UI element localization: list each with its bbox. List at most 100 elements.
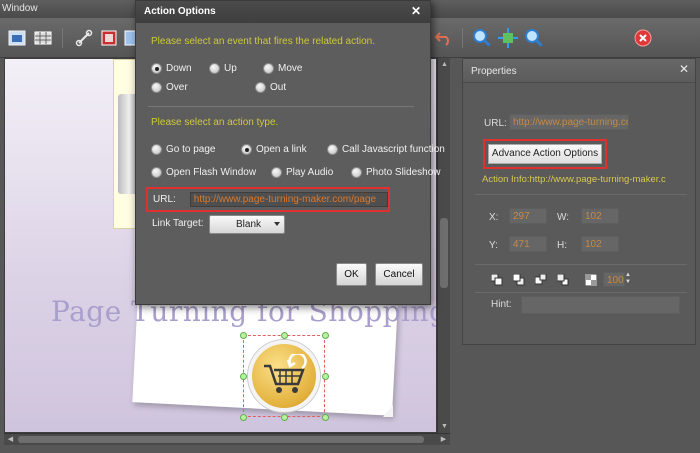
action-photo-slideshow-label: Photo Slideshow <box>366 167 441 178</box>
bring-front-icon[interactable] <box>490 273 503 286</box>
action-options-dialog: Action Options ✕ Please select an event … <box>135 0 445 305</box>
event-move-label: Move <box>278 63 303 74</box>
w-label: W: <box>557 212 570 223</box>
url-highlight: URL: http://www.page-turning-maker.com/p… <box>146 187 390 212</box>
event-prompt: Please select an event that fires the re… <box>151 36 376 47</box>
scroll-left-icon[interactable]: ◀ <box>4 434 17 446</box>
y-field[interactable]: 471 <box>509 236 547 252</box>
resize-handle[interactable] <box>240 373 247 380</box>
properties-panel: Properties ✕ URL: http://www.page-turnin… <box>462 58 696 345</box>
fit-icon[interactable] <box>497 27 519 49</box>
event-down-option[interactable]: Down <box>151 63 201 74</box>
shopping-cart-icon <box>264 354 307 393</box>
action-go-to-page-option[interactable]: Go to page <box>151 144 233 155</box>
action-options-row-1: Go to page Open a link Call Javascript f… <box>151 144 453 155</box>
chevron-down-icon <box>274 222 280 226</box>
action-open-link-label: Open a link <box>256 144 307 155</box>
undo-icon[interactable] <box>433 27 455 49</box>
bring-forward-icon[interactable] <box>534 273 547 286</box>
event-out-option[interactable]: Out <box>255 82 286 93</box>
action-open-flash-option[interactable]: Open Flash Window <box>151 167 263 178</box>
radio-icon[interactable] <box>327 144 338 155</box>
film-icon[interactable] <box>98 27 120 49</box>
opacity-field[interactable]: 100 <box>603 272 625 287</box>
radio-icon[interactable] <box>151 144 162 155</box>
action-play-audio-label: Play Audio <box>286 167 334 178</box>
divider <box>475 264 687 265</box>
resize-handle[interactable] <box>322 373 329 380</box>
advance-action-options-highlight: Advance Action Options <box>483 139 607 169</box>
divider <box>475 292 687 293</box>
dialog-close-icon[interactable]: ✕ <box>411 4 421 18</box>
action-play-audio-option[interactable]: Play Audio <box>271 167 343 178</box>
grid-icon[interactable] <box>32 27 54 49</box>
vertical-scroll-thumb[interactable] <box>440 218 448 288</box>
resize-handle[interactable] <box>281 414 288 421</box>
event-options-row-2: Over Out <box>151 82 294 93</box>
radio-selected-icon[interactable] <box>241 144 252 155</box>
url-field[interactable]: http://www.page-turning.com <box>509 114 629 130</box>
opacity-stepper-icon[interactable]: ▲ ▼ <box>625 272 632 287</box>
action-call-js-label: Call Javascript function <box>342 144 445 155</box>
send-back-icon[interactable] <box>512 273 525 286</box>
send-backward-icon[interactable] <box>556 273 569 286</box>
shopping-cart-button[interactable] <box>248 340 320 412</box>
action-info: Action Info:http://www.page-turning-make… <box>482 174 666 185</box>
h-label: H: <box>557 240 567 251</box>
resize-handle[interactable] <box>322 414 329 421</box>
vertical-scrollbar[interactable]: ▲ ▼ <box>437 58 450 433</box>
h-field[interactable]: 102 <box>581 236 619 252</box>
resize-handle[interactable] <box>240 414 247 421</box>
radio-icon[interactable] <box>209 63 220 74</box>
link-target-select[interactable]: Blank <box>209 215 285 234</box>
event-down-label: Down <box>166 63 192 74</box>
ok-button[interactable]: OK <box>336 263 367 286</box>
link-target-label: Link Target: <box>152 218 204 229</box>
radio-selected-icon[interactable] <box>151 63 162 74</box>
radio-icon[interactable] <box>351 167 362 178</box>
event-out-label: Out <box>270 82 287 93</box>
divider <box>475 194 687 195</box>
hint-field[interactable] <box>521 296 680 314</box>
scroll-right-icon[interactable]: ▶ <box>437 434 450 446</box>
y-label: Y: <box>489 240 498 251</box>
action-options-row-2: Open Flash Window Play Audio Photo Slide… <box>151 167 449 178</box>
event-up-label: Up <box>224 63 237 74</box>
hint-label: Hint: <box>491 299 512 310</box>
horizontal-scrollbar[interactable]: ◀ ▶ <box>4 433 450 445</box>
resize-handle[interactable] <box>322 332 329 339</box>
horizontal-scroll-thumb[interactable] <box>18 436 424 443</box>
radio-icon[interactable] <box>271 167 282 178</box>
resize-handle[interactable] <box>281 332 288 339</box>
resize-handle[interactable] <box>240 332 247 339</box>
dialog-url-label: URL: <box>153 194 176 205</box>
window-title: Window <box>2 3 38 14</box>
radio-icon[interactable] <box>151 167 162 178</box>
frame-icon[interactable] <box>6 27 28 49</box>
advance-action-options-button[interactable]: Advance Action Options <box>488 144 602 164</box>
url-label: URL: <box>484 118 507 129</box>
action-prompt: Please select an action type. <box>151 117 279 128</box>
cancel-button[interactable]: Cancel <box>375 263 423 286</box>
close-red-icon[interactable] <box>632 27 654 49</box>
event-move-option[interactable]: Move <box>263 63 302 74</box>
radio-icon[interactable] <box>263 63 274 74</box>
radio-icon[interactable] <box>151 82 162 93</box>
action-photo-slideshow-option[interactable]: Photo Slideshow <box>351 167 441 178</box>
zoom-in-icon[interactable] <box>471 27 493 49</box>
close-icon[interactable]: ✕ <box>679 62 689 76</box>
link-icon[interactable] <box>73 27 95 49</box>
dialog-url-input[interactable]: http://www.page-turning-maker.com/page <box>189 192 388 207</box>
action-open-flash-label: Open Flash Window <box>166 167 257 178</box>
page-fold <box>383 405 393 417</box>
radio-icon[interactable] <box>255 82 266 93</box>
x-field[interactable]: 297 <box>509 208 547 224</box>
event-up-option[interactable]: Up <box>209 63 255 74</box>
event-over-option[interactable]: Over <box>151 82 247 93</box>
x-label: X: <box>489 212 499 223</box>
action-open-link-option[interactable]: Open a link <box>241 144 319 155</box>
dialog-title: Action Options <box>136 1 430 23</box>
zoom-out-icon[interactable] <box>523 27 545 49</box>
w-field[interactable]: 102 <box>581 208 619 224</box>
action-call-js-option[interactable]: Call Javascript function <box>327 144 445 155</box>
